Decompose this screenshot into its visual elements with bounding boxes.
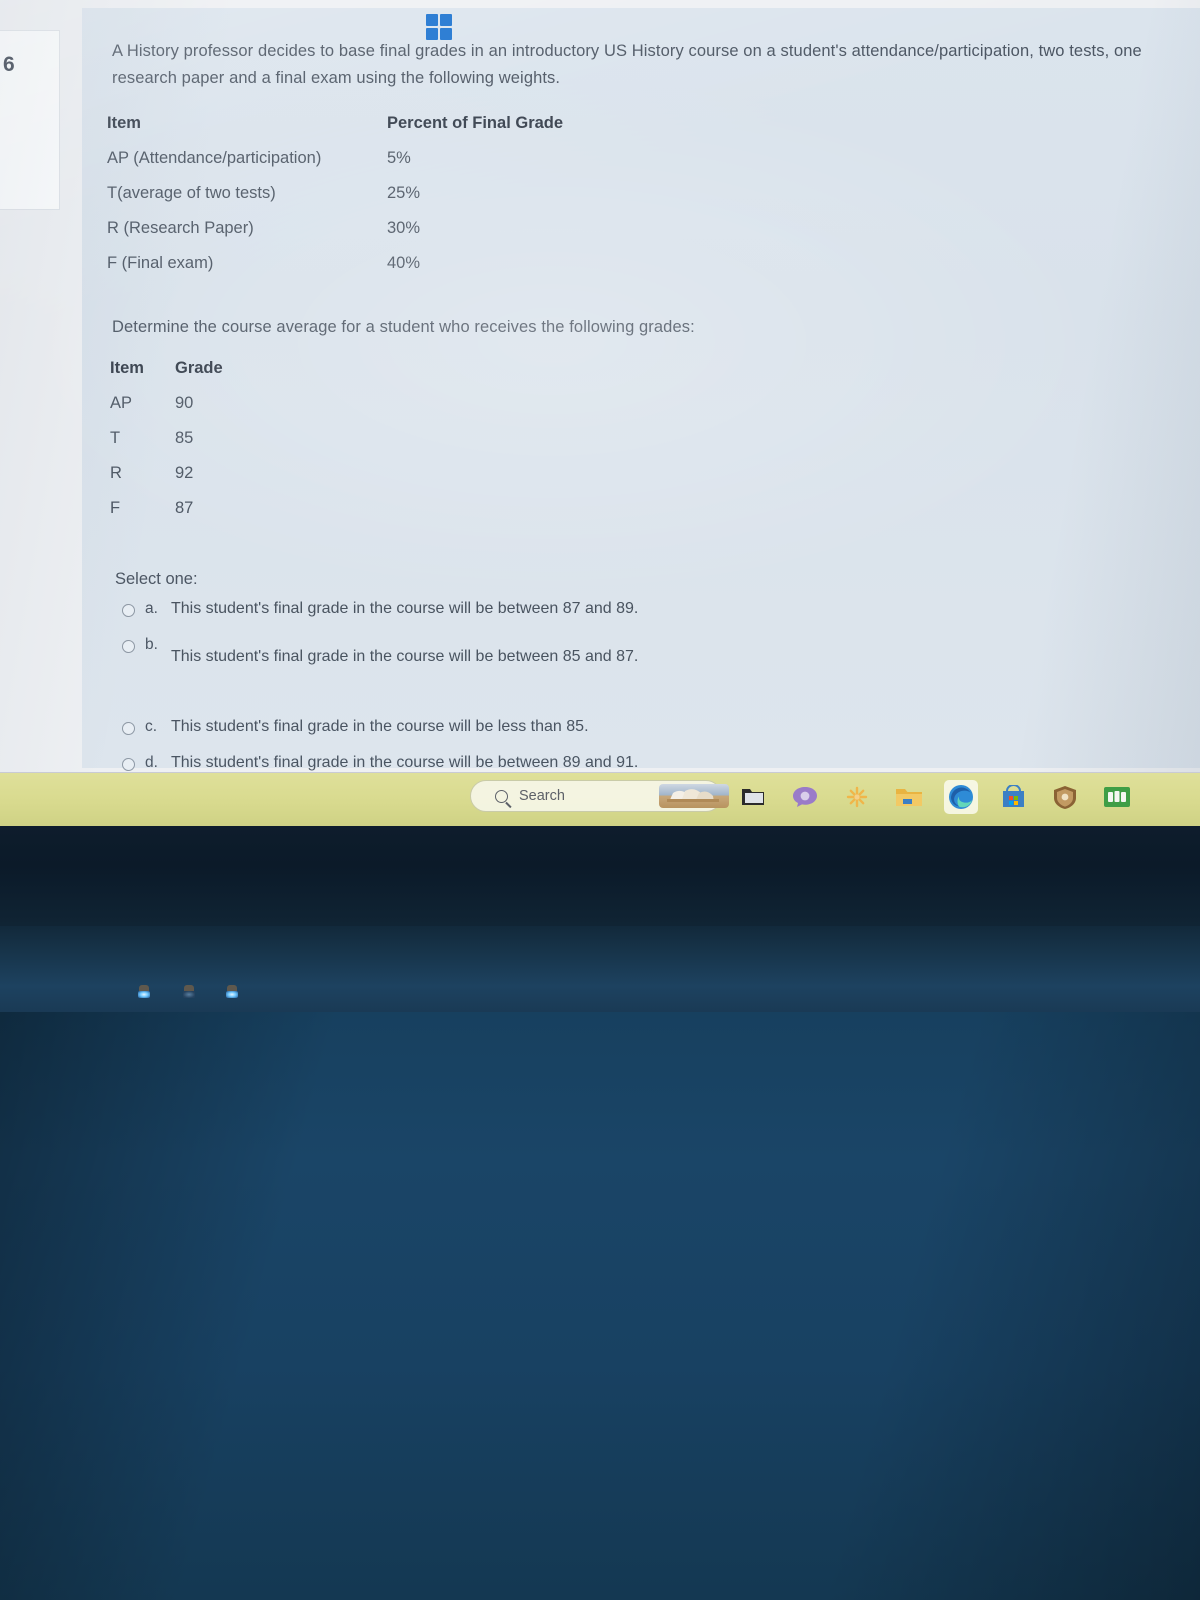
laptop-keyboard: F1F2F3F4F5F6F7▶/IIF8F9F10F11Insert@2#3$4… (0, 1012, 1200, 1600)
sydney-opera-house-widget-icon[interactable] (659, 784, 729, 808)
grades-table-header-row: Item Grade (110, 351, 295, 386)
option-text-a: This student's final grade in the course… (171, 600, 639, 617)
chat-teams-icon[interactable] (788, 780, 822, 814)
weights-pct-r: 30% (387, 219, 421, 237)
edge-swirl-icon (949, 785, 973, 809)
microsoft-store-icon[interactable] (996, 780, 1030, 814)
answer-option-c[interactable]: c. This student's final grade in the cou… (122, 718, 589, 736)
question-nav-box[interactable]: 6 t of (0, 30, 60, 210)
option-letter-a: a. (145, 600, 158, 617)
folder-glyph-icon (742, 789, 764, 805)
file-explorer-dark-icon[interactable] (736, 780, 770, 814)
game-shield-icon[interactable] (1048, 780, 1082, 814)
question-card: A History professor decides to base fina… (82, 8, 1200, 771)
grades-item-ap: AP (110, 394, 133, 412)
windows-start-icon[interactable] (426, 14, 452, 40)
grades-item-t: T (110, 429, 121, 447)
table-row: AP (Attendance/participation) 5% (107, 141, 647, 176)
grades-value-t: 85 (175, 429, 194, 447)
weights-item-ap: AP (Attendance/participation) (107, 149, 322, 167)
radio-button-c[interactable] (122, 722, 135, 735)
table-row: F 87 (110, 491, 295, 526)
radio-button-b[interactable] (122, 640, 135, 653)
select-one-label: Select one: (115, 570, 198, 588)
power-led (138, 985, 150, 998)
caps-lock-led (183, 985, 195, 998)
option-letter-d: d. (145, 754, 158, 771)
table-row: AP 90 (110, 386, 295, 421)
shield-crest-icon (1054, 785, 1076, 809)
weights-item-r: R (Research Paper) (107, 219, 254, 237)
weights-header-percent: Percent of Final Grade (387, 114, 564, 132)
store-bag-icon (1002, 785, 1024, 807)
question-intro-text: A History professor decides to base fina… (112, 42, 1142, 87)
weights-item-f: F (Final exam) (107, 254, 214, 272)
microsoft-edge-icon[interactable] (944, 780, 978, 814)
option-text-c: This student's final grade in the course… (171, 718, 589, 735)
sparkle-glyph-icon (846, 786, 868, 808)
option-text-b: This student's final grade in the course… (171, 648, 639, 665)
table-row: R 92 (110, 456, 295, 491)
yellow-folder-glyph-icon (896, 788, 922, 806)
weights-pct-ap: 5% (387, 149, 411, 167)
chat-bubble-icon (793, 787, 817, 807)
option-letter-b: b. (145, 636, 158, 653)
weights-table: Item Percent of Final Grade AP (Attendan… (107, 106, 647, 281)
answer-option-d[interactable]: d. This student's final grade in the cou… (122, 754, 638, 772)
weights-header-item: Item (107, 114, 141, 132)
copilot-sparkle-icon[interactable] (840, 780, 874, 814)
grades-header-grade: Grade (175, 359, 223, 377)
grades-header-item: Item (110, 359, 144, 377)
grades-value-r: 92 (175, 464, 194, 482)
drive-activity-led (226, 985, 238, 998)
grades-value-f: 87 (175, 499, 194, 517)
table-row: T 85 (110, 421, 295, 456)
weights-pct-f: 40% (387, 254, 421, 272)
laptop-bezel-bottom (0, 826, 1200, 926)
option-text-d: This student's final grade in the course… (171, 754, 639, 771)
answer-option-b[interactable]: b. This student's final grade in the cou… (122, 636, 638, 666)
status-led-group (138, 985, 248, 1007)
search-icon (495, 789, 508, 803)
radio-button-a[interactable] (122, 604, 135, 617)
search-placeholder-text: Search (519, 788, 565, 804)
opera-house-sails-icon (667, 789, 719, 802)
weights-table-header-row: Item Percent of Final Grade (107, 106, 647, 141)
table-row: T(average of two tests) 25% (107, 176, 647, 211)
laptop-photo-scene: 6 t of A History professor decides to ba… (0, 0, 1200, 1600)
question-number: 6 (3, 53, 16, 76)
folder-icon[interactable] (892, 780, 926, 814)
radio-button-d[interactable] (122, 758, 135, 771)
grades-item-r: R (110, 464, 122, 482)
question-prompt-text: Determine the course average for a stude… (112, 318, 695, 336)
grades-item-f: F (110, 499, 121, 517)
solitaire-cards-icon[interactable] (1100, 780, 1134, 814)
grades-table: Item Grade AP 90 T 85 R 92 F 87 (110, 351, 295, 526)
weights-pct-t: 25% (387, 184, 421, 202)
playing-cards-icon (1104, 787, 1130, 807)
grades-value-ap: 90 (175, 394, 194, 412)
table-row: R (Research Paper) 30% (107, 211, 647, 246)
weights-item-t: T(average of two tests) (107, 184, 276, 202)
laptop-screen: 6 t of A History professor decides to ba… (0, 0, 1200, 778)
option-letter-c: c. (145, 718, 158, 735)
answer-option-a[interactable]: a. This student's final grade in the cou… (122, 600, 638, 618)
table-row: F (Final exam) 40% (107, 246, 647, 281)
